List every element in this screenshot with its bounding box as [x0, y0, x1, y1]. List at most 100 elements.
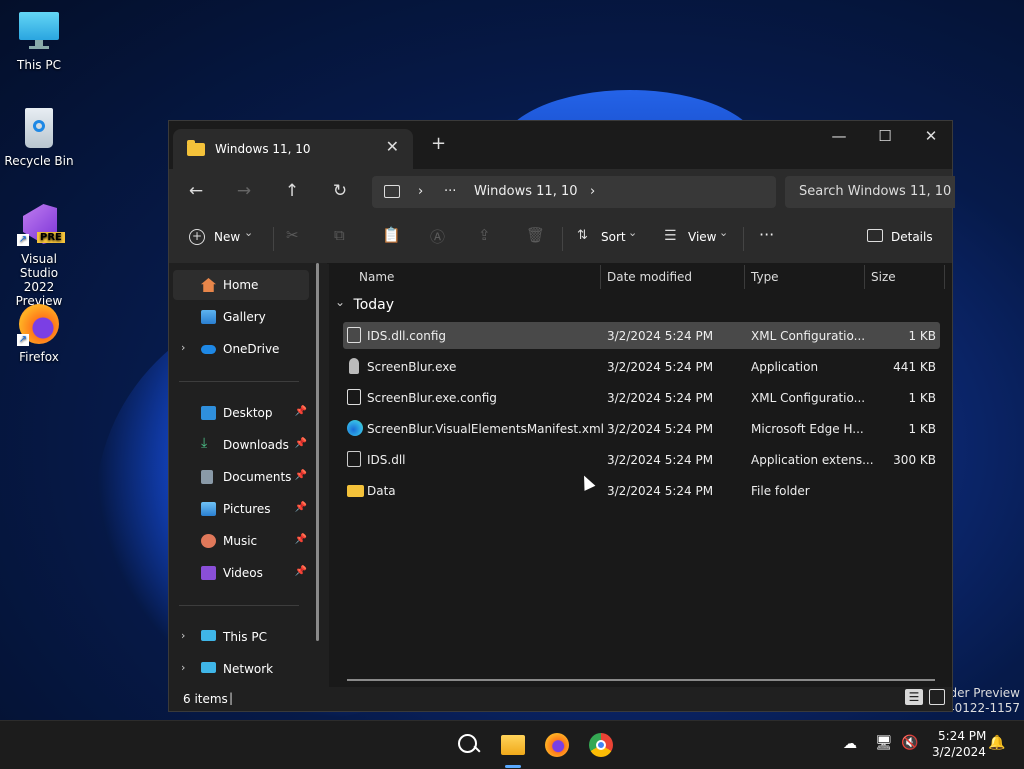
file-date: 3/2/2024 5:24 PM — [607, 453, 714, 467]
back-button[interactable]: ← — [182, 181, 210, 201]
column-divider[interactable] — [864, 265, 865, 289]
forward-button[interactable]: → — [230, 181, 258, 201]
breadcrumb-chevron[interactable]: › — [418, 184, 423, 199]
address-bar[interactable]: › ··· Windows 11, 10 › — [372, 176, 776, 208]
gallery-icon — [201, 310, 216, 324]
desktop-icon-this-pc[interactable]: This PC — [1, 10, 77, 72]
copy-icon[interactable]: ⧉ — [334, 226, 345, 244]
column-header-size[interactable]: Size — [871, 270, 896, 284]
details-pane-icon — [867, 229, 883, 242]
nav-item-onedrive[interactable]: › OneDrive — [173, 334, 309, 364]
notification-bell-icon[interactable]: 🔔 — [988, 735, 1005, 751]
nav-item-label: OneDrive — [223, 342, 280, 356]
close-window-button[interactable]: ✕ — [908, 127, 954, 145]
file-date: 3/2/2024 5:24 PM — [607, 360, 714, 374]
file-row[interactable]: IDS.dll.config 3/2/2024 5:24 PM XML Conf… — [343, 322, 940, 349]
group-header-today[interactable]: ⌄ Today — [335, 295, 394, 313]
nav-item-documents[interactable]: Documents 📌 — [173, 462, 309, 492]
refresh-button[interactable]: ↻ — [326, 181, 354, 201]
view-button[interactable]: ☰ View ⌄ — [664, 226, 734, 251]
file-explorer-taskbar-icon[interactable] — [499, 731, 527, 768]
pin-icon[interactable]: 📌 — [295, 438, 307, 449]
file-size: 300 KB — [893, 453, 936, 467]
breadcrumb-chevron-end[interactable]: › — [590, 184, 595, 199]
column-header-name[interactable]: Name — [359, 270, 394, 284]
pin-icon[interactable]: 📌 — [295, 406, 307, 417]
network-icon[interactable]: 🖥 — [875, 735, 893, 751]
cloud-icon — [201, 345, 216, 354]
explorer-tab[interactable]: Windows 11, 10 ✕ — [173, 129, 413, 169]
status-bar: 6 items | ☰ — [169, 687, 952, 711]
file-row[interactable]: IDS.dll 3/2/2024 5:24 PM Application ext… — [343, 446, 940, 473]
desktop-icon-recycle-bin[interactable]: Recycle Bin — [1, 106, 77, 168]
pin-icon[interactable]: 📌 — [295, 534, 307, 545]
videos-icon — [201, 566, 216, 580]
firefox-taskbar-icon[interactable] — [543, 731, 571, 759]
nav-item-network[interactable]: › Network — [173, 654, 309, 684]
nav-item-downloads[interactable]: ⤓ Downloads 📌 — [173, 430, 309, 460]
file-size: 441 KB — [893, 360, 936, 374]
file-row[interactable]: Data 3/2/2024 5:24 PM File folder — [343, 477, 940, 504]
maximize-button[interactable]: ☐ — [862, 127, 908, 145]
sort-button[interactable]: ⇅ Sort ⌄ — [577, 226, 647, 251]
horizontal-scrollbar[interactable] — [347, 679, 935, 681]
cloud-off-icon[interactable]: ☁ — [843, 736, 857, 752]
recycle-bin-icon — [17, 106, 61, 150]
new-tab-button[interactable]: + — [431, 133, 446, 154]
nav-item-gallery[interactable]: Gallery — [173, 302, 309, 332]
nav-item-videos[interactable]: Videos 📌 — [173, 558, 309, 588]
breadcrumb-overflow[interactable]: ··· — [444, 184, 456, 199]
share-icon[interactable]: ⇪ — [478, 226, 491, 244]
rename-icon[interactable]: Ⓐ — [430, 226, 445, 247]
nav-pane-scrollbar[interactable] — [316, 263, 319, 641]
volume-muted-icon[interactable]: 🔇 — [901, 735, 918, 751]
details-button[interactable]: Details — [867, 227, 937, 251]
more-options-button[interactable]: ··· — [759, 225, 774, 244]
nav-item-music[interactable]: Music 📌 — [173, 526, 309, 556]
expand-chevron-icon[interactable]: › — [181, 661, 185, 674]
details-view-icon[interactable]: ☰ — [905, 689, 923, 705]
pin-icon[interactable]: 📌 — [295, 502, 307, 513]
toolbar-separator — [273, 227, 274, 251]
breadcrumb-current[interactable]: Windows 11, 10 — [474, 184, 578, 199]
file-name: ScreenBlur.exe.config — [367, 391, 497, 405]
chrome-taskbar-icon[interactable] — [587, 731, 615, 759]
nav-item-desktop[interactable]: Desktop 📌 — [173, 398, 309, 428]
chevron-down-icon: ⌄ — [719, 226, 729, 239]
file-row[interactable]: ScreenBlur.VisualElementsManifest.xml 3/… — [343, 415, 940, 442]
home-icon — [201, 278, 216, 292]
minimize-button[interactable]: — — [816, 127, 862, 145]
delete-icon[interactable]: 🗑 — [526, 226, 545, 244]
tiles-view-icon[interactable] — [929, 689, 945, 705]
column-divider[interactable] — [944, 265, 945, 289]
nav-item-home[interactable]: Home — [173, 270, 309, 300]
nav-item-pictures[interactable]: Pictures 📌 — [173, 494, 309, 524]
column-divider[interactable] — [744, 265, 745, 289]
monitor-icon — [17, 10, 61, 54]
clock-time[interactable]: 5:24 PM — [938, 729, 986, 743]
search-input[interactable]: Search Windows 11, 10 — [785, 176, 955, 208]
network-icon — [201, 662, 216, 673]
new-button[interactable]: + New ⌄ — [189, 226, 259, 251]
file-row[interactable]: ScreenBlur.exe.config 3/2/2024 5:24 PM X… — [343, 384, 940, 411]
plus-circle-icon: + — [189, 229, 205, 245]
pin-icon[interactable]: 📌 — [295, 470, 307, 481]
search-icon[interactable] — [455, 731, 483, 759]
nav-item-label: Home — [223, 278, 259, 292]
paste-icon[interactable]: 📋 — [382, 226, 401, 244]
nav-item-this-pc[interactable]: › This PC — [173, 622, 309, 652]
column-header-type[interactable]: Type — [751, 270, 779, 284]
up-button[interactable]: ↑ — [278, 181, 306, 201]
file-row[interactable]: ScreenBlur.exe 3/2/2024 5:24 PM Applicat… — [343, 353, 940, 380]
desktop-icon-visual-studio[interactable]: PRE ↗ Visual Studio 2022 Preview — [1, 204, 77, 308]
column-divider[interactable] — [600, 265, 601, 289]
cut-icon[interactable]: ✂ — [286, 226, 299, 244]
column-header-date[interactable]: Date modified — [607, 270, 692, 284]
expand-chevron-icon[interactable]: › — [181, 341, 185, 354]
pin-icon[interactable]: 📌 — [295, 566, 307, 577]
desktop-icon-firefox[interactable]: ↗ Firefox — [1, 302, 77, 364]
tab-close-button[interactable]: ✕ — [386, 137, 399, 156]
clock-date[interactable]: 3/2/2024 — [932, 745, 986, 759]
expand-chevron-icon[interactable]: › — [181, 629, 185, 642]
edge-icon — [347, 420, 363, 436]
